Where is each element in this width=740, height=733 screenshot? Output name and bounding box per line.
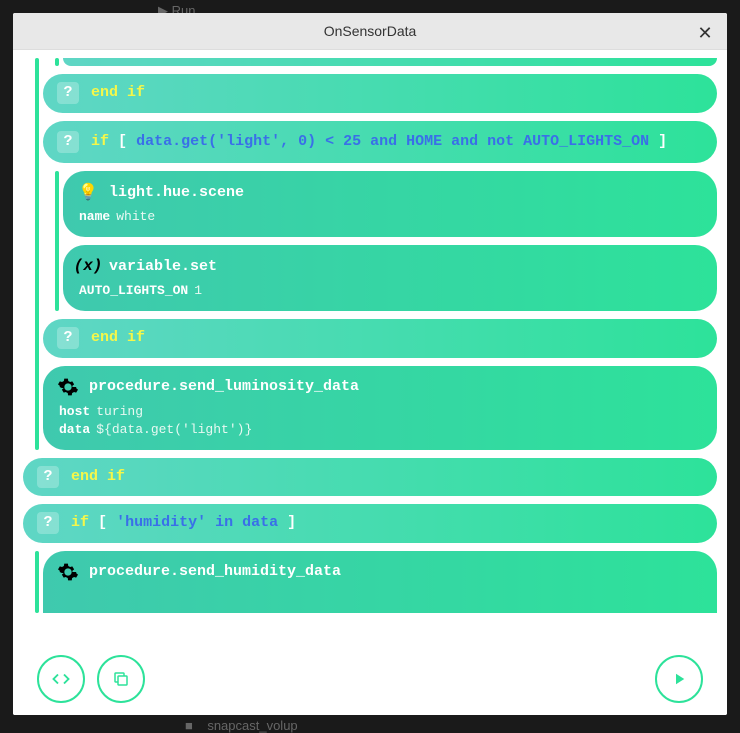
gear-icon <box>57 376 79 398</box>
block-end-if-3[interactable]: ? end if <box>23 458 717 497</box>
block-if-light[interactable]: ? if [ data.get('light', 0) < 25 and HOM… <box>43 121 717 164</box>
modal-header: OnSensorData ✕ <box>13 13 727 50</box>
condition-icon: ? <box>57 82 79 104</box>
block-variable-set[interactable]: (x) variable.set AUTO_LIGHTS_ON1 <box>63 245 717 311</box>
block-end-if-2[interactable]: ? end if <box>43 319 717 358</box>
modal-dialog: OnSensorData ✕ ? end if ? if [ <box>13 13 727 715</box>
fab-row <box>13 643 727 715</box>
modal-content[interactable]: ? end if ? if [ data.get('light', 0) < 2… <box>13 50 727 715</box>
condition-icon: ? <box>37 466 59 488</box>
block-partial-top <box>63 58 717 66</box>
block-proc-humidity[interactable]: procedure.send_humidity_data <box>43 551 717 613</box>
block-end-if-1[interactable]: ? end if <box>43 74 717 113</box>
condition-icon: ? <box>57 327 79 349</box>
code-button[interactable] <box>37 655 85 703</box>
variable-icon: (x) <box>77 255 99 277</box>
block-proc-luminosity[interactable]: procedure.send_luminosity_data hostturin… <box>43 366 717 450</box>
lightbulb-icon: 💡 <box>77 181 99 203</box>
copy-button[interactable] <box>97 655 145 703</box>
condition-icon: ? <box>37 512 59 534</box>
block-if-humidity[interactable]: ? if [ 'humidity' in data ] <box>23 504 717 543</box>
condition-icon: ? <box>57 131 79 153</box>
close-button[interactable]: ✕ <box>693 21 717 45</box>
modal-title: OnSensorData <box>13 23 727 39</box>
play-button[interactable] <box>655 655 703 703</box>
block-hue-scene[interactable]: 💡 light.hue.scene namewhite <box>63 171 717 237</box>
gear-icon <box>57 561 79 583</box>
